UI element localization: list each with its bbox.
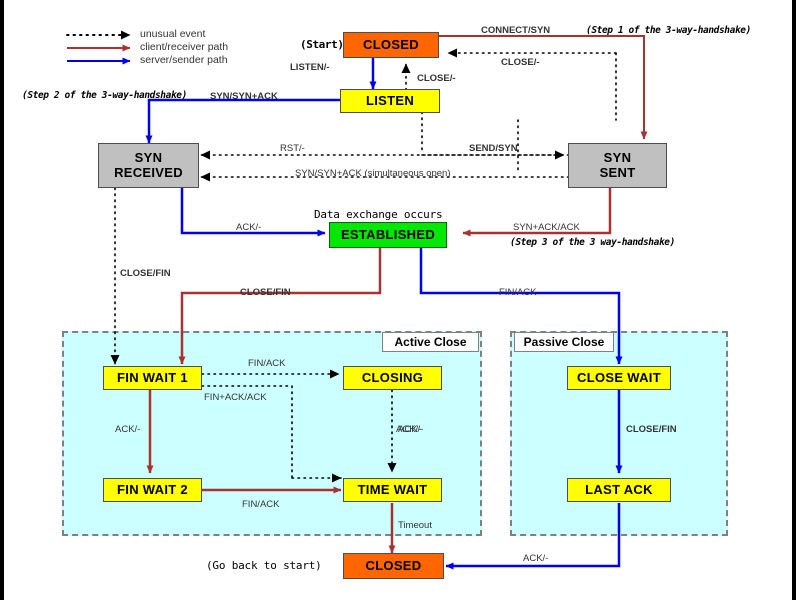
state-closing[interactable]: CLOSING xyxy=(343,366,442,390)
wire-established-to-closewait xyxy=(419,248,623,365)
state-established[interactable]: ESTABLISHED xyxy=(329,222,447,248)
label-send-syn: SEND/SYN xyxy=(469,143,518,154)
label-fin-ack-closing: FIN/ACK xyxy=(248,358,286,369)
label-syn-synack-simultaneous: SYN/SYN+ACK (simultaneous open) xyxy=(295,168,451,179)
label-ack-dash-bottom: ACK/- xyxy=(523,553,549,564)
state-closed-bottom[interactable]: CLOSED xyxy=(343,553,444,579)
label-syn-synack-step2: SYN/SYN+ACK xyxy=(210,91,278,102)
label-close-fin-left: CLOSE/FIN xyxy=(120,268,171,279)
state-fin-wait-1[interactable]: FIN WAIT 1 xyxy=(103,366,202,390)
label-synack-ack: SYN+ACK/ACK xyxy=(513,222,580,233)
label-close-fin-mid: CLOSE/FIN xyxy=(240,287,291,298)
legend-label-server-path: server/sender path xyxy=(140,54,228,66)
annotation-go-back-to-start: (Go back to start) xyxy=(206,559,322,572)
state-listen[interactable]: LISTEN xyxy=(340,89,440,113)
annotation-step3: (Step 3 of the 3 way-handshake) xyxy=(510,237,675,248)
label-ack-dash-finwait: ACK/- xyxy=(115,424,141,435)
annotation-data-exchange: Data exchange occurs xyxy=(314,208,443,221)
tcp-state-diagram: Active Close Passive Close unusual event… xyxy=(0,0,796,600)
wire-listen-dotted-down xyxy=(421,111,519,173)
state-syn-received[interactable]: SYN RECEIVED xyxy=(98,143,199,188)
state-syn-sent[interactable]: SYN SENT xyxy=(568,143,667,188)
label-ack-dash-established: ACK/- xyxy=(236,222,262,233)
label-listen-dash: LISTEN/- xyxy=(290,62,330,73)
annotation-step1: (Step 1 of the 3-way-handshake) xyxy=(586,25,751,36)
wire-established-to-finwait1 xyxy=(178,248,382,365)
wire-listen-to-synreceived xyxy=(145,98,340,144)
state-close-wait[interactable]: CLOSE WAIT xyxy=(567,366,671,390)
state-time-wait[interactable]: TIME WAIT xyxy=(343,478,442,502)
legend-label-client-path: client/receiver path xyxy=(140,41,229,53)
wire-closed-to-synsent xyxy=(439,35,648,140)
label-close-dash-top: CLOSE/- xyxy=(501,57,540,68)
state-syn-received-line1: SYN xyxy=(134,149,163,165)
state-syn-received-line2: RECEIVED xyxy=(114,164,183,180)
label-ack-dash-timewait: ACK/- xyxy=(396,424,422,435)
label-rst-dash: RST/- xyxy=(280,143,305,154)
label-close-fin-passive: CLOSE/FIN xyxy=(626,424,677,435)
label-connect-syn: CONNECT/SYN xyxy=(481,25,551,36)
label-fin-ack-timewait: FIN/ACK xyxy=(242,499,280,510)
label-close-dash-mid: CLOSE/- xyxy=(417,73,456,84)
label-fin-ack-ack: FIN+ACK/ACK xyxy=(204,392,267,403)
state-syn-sent-line2: SENT xyxy=(599,164,636,180)
label-timeout: Timeout xyxy=(398,520,432,531)
label-fin-ack-right: FIN/ACK xyxy=(499,287,537,298)
wire-synsent-to-closed xyxy=(447,48,617,121)
annotation-step2: (Step 2 of the 3-way-handshake) xyxy=(22,90,187,101)
legend-label-unusual-event: unusual event xyxy=(140,28,206,40)
state-closed-top[interactable]: CLOSED xyxy=(343,32,439,58)
state-last-ack[interactable]: LAST ACK xyxy=(567,478,671,502)
annotation-start: (Start) xyxy=(300,38,344,51)
state-fin-wait-2[interactable]: FIN WAIT 2 xyxy=(103,478,202,502)
state-syn-sent-line1: SYN xyxy=(603,149,632,165)
